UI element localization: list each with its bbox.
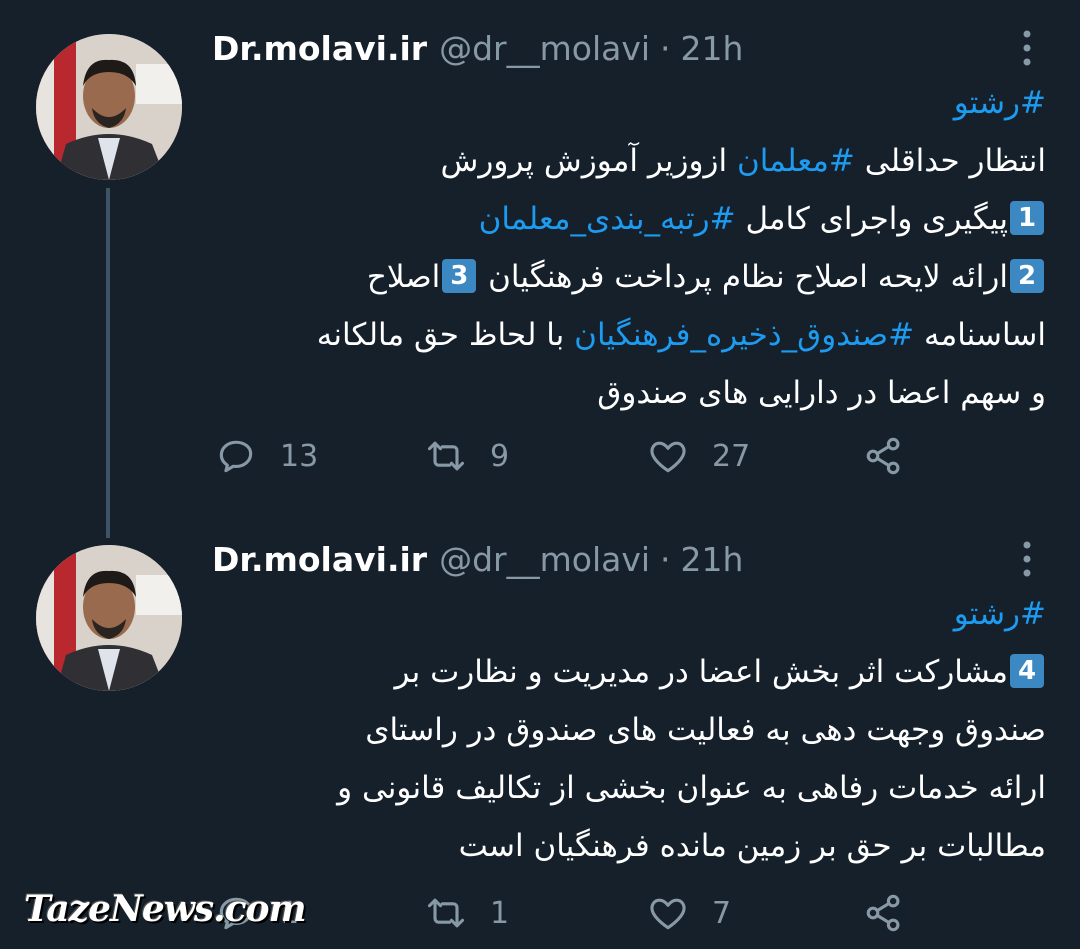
retweet-button[interactable]: 1 — [424, 891, 509, 935]
text-line: 4مشارکت اثر بخش اعضا در مدیریت و نظارت ب… — [210, 643, 1046, 701]
text-line: #رشتو — [210, 74, 1046, 132]
text-line: #رشتو — [210, 585, 1046, 643]
hashtag-link[interactable]: #رتبه_بندی_معلمان — [479, 201, 736, 237]
like-count: 27 — [712, 438, 751, 474]
like-count: 7 — [712, 895, 732, 931]
text-line: اساسنامه #صندوق_ذخیره_فرهنگیان با لحاظ ح… — [210, 306, 1046, 364]
tweet-text: #رشتو انتظار حداقلی #معلمان ازوزیر آموزش… — [210, 74, 1046, 422]
hashtag-link[interactable]: #معلمان — [737, 143, 855, 179]
avatar-photo — [36, 545, 182, 691]
retweet-count: 9 — [490, 438, 510, 474]
timestamp[interactable]: 21h — [681, 29, 744, 68]
text-segment: و سهم اعضا در دارایی های صندوق — [597, 375, 1046, 411]
text-segment: اصلاح — [366, 259, 441, 295]
like-button[interactable]: 27 — [646, 434, 750, 478]
number-badge: 3 — [442, 258, 477, 293]
timestamp[interactable]: 21h — [681, 540, 744, 579]
text-line: ارائه خدمات رفاهی به عنوان بخشی از تکالی… — [210, 759, 1046, 817]
text-line: صندوق وجهت دهی به فعالیت های صندوق در را… — [210, 701, 1046, 759]
text-segment: ازوزیر آموزش پرورش — [440, 143, 737, 179]
like-button[interactable]: 7 — [646, 891, 731, 935]
share-icon — [866, 894, 900, 932]
text-segment: صندوق وجهت دهی به فعالیت های صندوق در را… — [365, 712, 1046, 748]
text-line: و سهم اعضا در دارایی های صندوق — [210, 364, 1046, 422]
tweet-header: Dr.molavi.ir @dr__molavi · 21h — [212, 537, 1020, 581]
share-icon — [866, 437, 900, 475]
avatar[interactable] — [36, 34, 182, 180]
watermark: TazeNews.com — [24, 888, 307, 930]
share-button[interactable] — [862, 891, 906, 935]
separator: · — [660, 28, 671, 68]
text-segment: مطالبات بر حق بر زمین مانده فرهنگیان است — [458, 828, 1046, 864]
text-line: انتظار حداقلی #معلمان ازوزیر آموزش پرورش — [210, 132, 1046, 190]
retweet-button[interactable]: 9 — [424, 434, 509, 478]
reply-button[interactable]: 13 — [214, 434, 318, 478]
heart-icon — [650, 898, 686, 930]
more-vertical-icon[interactable] — [1020, 28, 1034, 68]
tweet[interactable]: Dr.molavi.ir @dr__molavi · 21h #رشتو انت… — [0, 0, 1080, 538]
text-line: مطالبات بر حق بر زمین مانده فرهنگیان است — [210, 817, 1046, 875]
tweet-actions: 1 1 7 — [214, 891, 934, 935]
text-segment: ارائه خدمات رفاهی به عنوان بخشی از تکالی… — [337, 770, 1046, 806]
thread-connector — [106, 188, 110, 538]
author-name[interactable]: Dr.molavi.ir — [212, 29, 427, 68]
hashtag-link[interactable]: #رشتو — [954, 85, 1046, 121]
share-button[interactable] — [862, 434, 906, 478]
retweet-count: 1 — [490, 895, 510, 931]
tweet-text: #رشتو 4مشارکت اثر بخش اعضا در مدیریت و ن… — [210, 585, 1046, 875]
text-segment: با لحاظ حق مالکانه — [316, 317, 575, 353]
text-segment: ارائه لایحه اصلاح نظام پرداخت فرهنگیان — [478, 259, 1008, 295]
text-segment: مشارکت اثر بخش اعضا در مدیریت و نظارت بر — [394, 654, 1008, 690]
retweet-icon — [427, 898, 465, 928]
author-handle[interactable]: @dr__molavi — [439, 29, 650, 68]
text-segment: پیگیری واجرای کامل — [735, 201, 1008, 237]
tweet-actions: 13 9 27 — [214, 434, 934, 478]
avatar[interactable] — [36, 545, 182, 691]
number-badge: 2 — [1010, 258, 1044, 293]
separator: · — [660, 539, 671, 579]
number-badge: 4 — [1010, 653, 1044, 688]
more-vertical-icon[interactable] — [1020, 539, 1034, 579]
tweet[interactable]: Dr.molavi.ir @dr__molavi · 21h #رشتو 4مش… — [0, 515, 1080, 949]
text-segment: انتظار حداقلی — [854, 143, 1046, 179]
reply-count: 13 — [280, 438, 319, 474]
hashtag-link[interactable]: #صندوق_ذخیره_فرهنگیان — [574, 317, 914, 353]
text-line: 1پیگیری واجرای کامل #رتبه_بندی_معلمان — [210, 190, 1046, 248]
author-handle[interactable]: @dr__molavi — [439, 540, 650, 579]
hashtag-link[interactable]: #رشتو — [954, 596, 1046, 632]
reply-icon — [219, 440, 253, 473]
number-badge: 1 — [1010, 200, 1044, 235]
retweet-icon — [427, 441, 465, 471]
author-name[interactable]: Dr.molavi.ir — [212, 540, 427, 579]
text-line: 2ارائه لایحه اصلاح نظام پرداخت فرهنگیان … — [210, 248, 1046, 306]
text-segment: اساسنامه — [914, 317, 1046, 353]
tweet-header: Dr.molavi.ir @dr__molavi · 21h — [212, 26, 1020, 70]
heart-icon — [650, 441, 686, 473]
avatar-photo — [36, 34, 182, 180]
